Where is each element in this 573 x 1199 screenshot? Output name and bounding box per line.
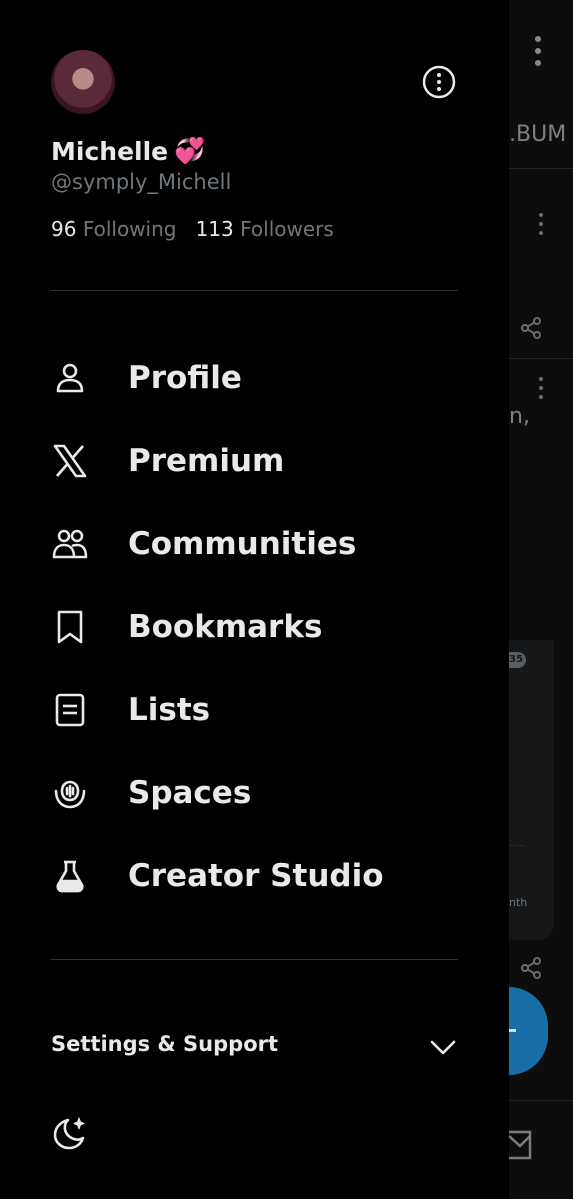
messages-icon[interactable] — [508, 1130, 533, 1160]
dark-mode-button[interactable] — [51, 1115, 87, 1151]
nav-label-spaces: Spaces — [128, 774, 252, 811]
user-handle: @symply_Michell — [51, 170, 232, 194]
tab-label-partial[interactable]: .BUM — [509, 122, 566, 147]
display-name: Michelle — [51, 136, 169, 166]
follow-stats: 96 Following 113 Followers — [51, 217, 334, 241]
chevron-down-icon — [430, 1040, 456, 1055]
overflow-menu-icon[interactable] — [530, 34, 546, 68]
bottom-nav-divider — [509, 1100, 573, 1101]
divider — [51, 290, 458, 291]
followers-count: 113 — [195, 217, 234, 241]
nav-item-premium[interactable]: Premium — [0, 419, 509, 502]
card-divider — [509, 845, 525, 846]
communities-icon — [52, 529, 88, 558]
settings-support-label: Settings & Support — [51, 1032, 279, 1056]
post-more-icon[interactable] — [535, 212, 547, 236]
followers-label: Followers — [240, 217, 334, 241]
post-more-icon[interactable] — [535, 376, 547, 400]
nav-item-creator-studio[interactable]: Creator Studio — [0, 834, 509, 917]
x-logo-icon — [53, 444, 87, 477]
spaces-icon — [54, 780, 86, 808]
plus-icon — [509, 1029, 516, 1032]
divider — [51, 959, 458, 960]
card-caption-partial: nth — [509, 896, 528, 909]
nav-item-communities[interactable]: Communities — [0, 502, 509, 585]
share-icon[interactable] — [519, 316, 543, 340]
post-divider — [509, 358, 573, 359]
nav-label-premium: Premium — [128, 442, 285, 479]
nav-item-profile[interactable]: Profile — [0, 336, 509, 419]
profile-name-row[interactable]: Michelle 💞 — [51, 136, 205, 166]
settings-support-toggle[interactable]: Settings & Support — [51, 1023, 458, 1069]
share-icon[interactable] — [519, 956, 543, 980]
more-options-button[interactable] — [421, 64, 457, 100]
nav-item-bookmarks[interactable]: Bookmarks — [0, 585, 509, 668]
navigation-drawer: Michelle 💞 @symply_Michell 96 Following … — [0, 0, 509, 1199]
flask-icon — [56, 860, 84, 892]
following-count: 96 — [51, 217, 77, 241]
nav-label-creator-studio: Creator Studio — [128, 857, 384, 894]
bookmark-icon — [57, 610, 83, 643]
nav-label-communities: Communities — [128, 525, 357, 562]
nav-label-bookmarks: Bookmarks — [128, 608, 323, 645]
following-link[interactable]: 96 Following — [51, 217, 183, 241]
followers-link[interactable]: 113 Followers — [196, 217, 334, 241]
badge: 35 — [509, 652, 526, 668]
avatar[interactable] — [51, 50, 115, 114]
more-circle-icon — [422, 65, 456, 99]
following-label: Following — [82, 217, 177, 241]
list-icon — [55, 693, 85, 726]
moon-sparkle-icon — [53, 1117, 85, 1150]
post-text-partial: n, — [509, 404, 530, 429]
person-icon — [56, 363, 84, 392]
media-card-image — [509, 475, 554, 640]
heart-emoji: 💞 — [174, 136, 206, 165]
tab-divider — [509, 168, 573, 169]
nav-item-lists[interactable]: Lists — [0, 668, 509, 751]
nav-item-spaces[interactable]: Spaces — [0, 751, 509, 834]
nav-label-lists: Lists — [128, 691, 211, 728]
nav-label-profile: Profile — [128, 359, 242, 396]
